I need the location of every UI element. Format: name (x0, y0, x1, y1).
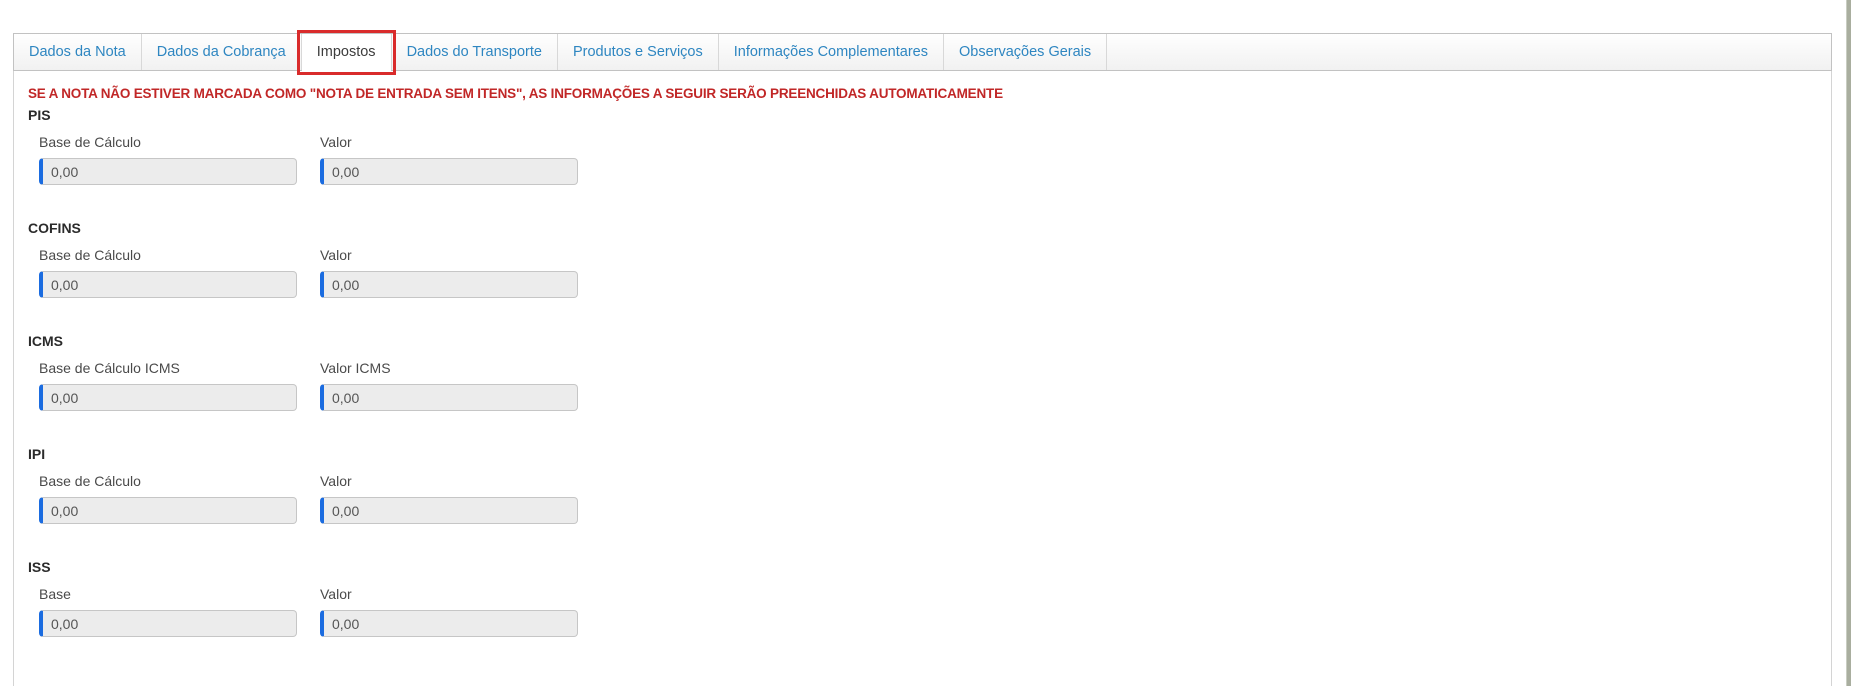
icms-valor-label: Valor ICMS (320, 360, 391, 376)
ipi-valor-input[interactable] (320, 497, 578, 524)
cofins-valor-label: Valor (320, 247, 352, 263)
tab-observacoes-gerais[interactable]: Observações Gerais (944, 34, 1108, 70)
tab-label: Dados da Nota (29, 44, 126, 60)
tax-sections-container: PIS Base de Cálculo Valor COFINS Base de Cál… (28, 108, 1831, 637)
ipi-valor-field: Valor (320, 474, 578, 524)
pis-valor-label: Valor (320, 134, 352, 150)
pis-base-input[interactable] (39, 158, 297, 185)
icms-valor-input[interactable] (320, 384, 578, 411)
tax-section-icms: ICMS Base de Cálculo ICMS Valor ICMS (28, 334, 1831, 411)
section-title-pis: PIS (28, 107, 51, 123)
icms-base-label: Base de Cálculo ICMS (39, 360, 180, 376)
tab-label: Dados do Transporte (406, 44, 542, 60)
tab-label: Produtos e Serviços (572, 44, 703, 60)
pis-base-field: Base de Cálculo (39, 135, 297, 185)
section-title-icms: ICMS (28, 333, 63, 349)
iss-base-label: Base (39, 586, 71, 602)
tab-produtos-e-servicos[interactable]: Produtos e Serviços (558, 34, 719, 70)
field-row: Base de Cálculo ICMS Valor ICMS (39, 361, 1831, 411)
tab-impostos[interactable]: Impostos (296, 30, 396, 75)
cofins-base-field: Base de Cálculo (39, 248, 297, 298)
ipi-valor-label: Valor (320, 473, 352, 489)
field-row: Base de Cálculo Valor (39, 248, 1831, 298)
cofins-base-input[interactable] (39, 271, 297, 298)
section-title-iss: ISS (28, 559, 51, 575)
iss-valor-input[interactable] (320, 610, 578, 637)
tab-dados-da-nota[interactable]: Dados da Nota (14, 34, 142, 70)
vertical-scrollbar[interactable] (1846, 0, 1851, 686)
tax-section-ipi: IPI Base de Cálculo Valor (28, 447, 1831, 524)
cofins-base-label: Base de Cálculo (39, 247, 141, 263)
tab-dados-da-cobranca[interactable]: Dados da Cobrança (142, 34, 302, 70)
iss-valor-field: Valor (320, 587, 578, 637)
auto-fill-warning-text: SE A NOTA NÃO ESTIVER MARCADA COMO "NOTA… (28, 86, 1003, 101)
tax-section-pis: PIS Base de Cálculo Valor (28, 108, 1831, 185)
ipi-base-label: Base de Cálculo (39, 473, 141, 489)
iss-base-input[interactable] (39, 610, 297, 637)
pis-valor-field: Valor (320, 135, 578, 185)
section-title-cofins: COFINS (28, 220, 81, 236)
tab-label: Dados da Cobrança (156, 44, 286, 60)
field-row: Base Valor (39, 587, 1831, 637)
tab-dados-do-transporte[interactable]: Dados do Transporte (392, 34, 558, 70)
iss-base-field: Base (39, 587, 297, 637)
tab-label: Observações Gerais (958, 44, 1092, 60)
section-title-ipi: IPI (28, 446, 46, 462)
tax-section-cofins: COFINS Base de Cálculo Valor (28, 221, 1831, 298)
pis-base-label: Base de Cálculo (39, 134, 141, 150)
cofins-valor-field: Valor (320, 248, 578, 298)
tab-label: Informações Complementares (733, 44, 928, 60)
field-row: Base de Cálculo Valor (39, 474, 1831, 524)
tax-section-iss: ISS Base Valor (28, 560, 1831, 637)
tab-bar: Dados da Nota Dados da Cobrança Impostos Da… (13, 30, 1832, 75)
icms-valor-field: Valor ICMS (320, 361, 578, 411)
tab-label: Impostos (316, 44, 376, 60)
ipi-base-input[interactable] (39, 497, 297, 524)
ipi-base-field: Base de Cálculo (39, 474, 297, 524)
tab-informacoes-complementares[interactable]: Informações Complementares (719, 34, 944, 70)
iss-valor-label: Valor (320, 586, 352, 602)
icms-base-field: Base de Cálculo ICMS (39, 361, 297, 411)
cofins-valor-input[interactable] (320, 271, 578, 298)
impostos-tab-panel: SE A NOTA NÃO ESTIVER MARCADA COMO "NOTA… (13, 71, 1832, 686)
pis-valor-input[interactable] (320, 158, 578, 185)
field-row: Base de Cálculo Valor (39, 135, 1831, 185)
icms-base-input[interactable] (39, 384, 297, 411)
